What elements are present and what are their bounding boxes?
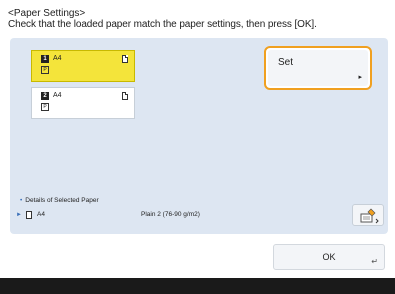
details-caption: • Details of Selected Paper <box>20 197 99 204</box>
paper-settings-icon <box>360 208 379 224</box>
bottom-status-bar <box>0 278 395 294</box>
paper-settings-icon-button[interactable] <box>352 204 384 226</box>
paper-orientation-icon <box>122 55 128 63</box>
enter-icon: ↵ <box>371 257 378 266</box>
bullet-icon: • <box>20 197 23 204</box>
paper-type-icon: P <box>41 66 49 74</box>
paper-orientation-icon <box>26 211 32 219</box>
instruction-text: Check that the loaded paper match the pa… <box>8 19 317 30</box>
paper-drawer-1[interactable]: 1 A4 P <box>31 50 135 82</box>
arrow-right-icon: ► <box>16 212 22 218</box>
drawer-number-badge: 1 <box>41 55 49 63</box>
set-button-face[interactable]: Set ▸ <box>268 50 368 86</box>
drawer-paper-size: A4 <box>53 55 62 62</box>
set-button-label: Set <box>278 57 294 68</box>
paper-type-icon: P <box>41 103 49 111</box>
drawer-number-badge: 2 <box>41 92 49 100</box>
selected-paper-size: A4 <box>37 211 45 218</box>
drawer-paper-size: A4 <box>53 92 62 99</box>
details-caption-text: Details of Selected Paper <box>25 197 99 204</box>
selected-paper-type: Plain 2 (76-90 g/m2) <box>141 211 200 218</box>
set-button[interactable]: Set ▸ <box>264 46 372 90</box>
ok-button[interactable]: OK ↵ <box>273 244 385 270</box>
paper-orientation-icon <box>122 92 128 100</box>
selected-paper-details: ► A4 Plain 2 (76-90 g/m2) <box>16 210 356 222</box>
paper-drawer-2[interactable]: 2 A4 P <box>31 87 135 119</box>
chevron-right-icon: ▸ <box>358 74 362 81</box>
ok-button-label: OK <box>322 252 336 262</box>
